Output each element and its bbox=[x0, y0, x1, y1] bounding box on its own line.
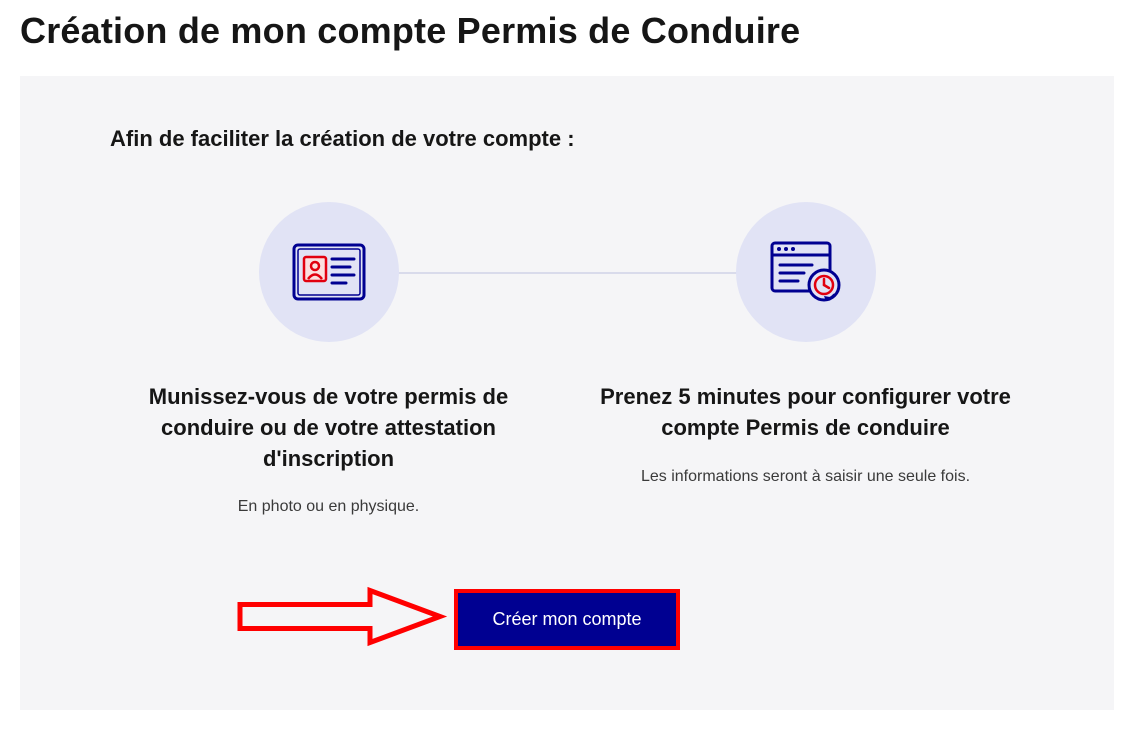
step-1-title: Munissez-vous de votre permis de conduir… bbox=[110, 382, 547, 474]
id-card-icon bbox=[259, 202, 399, 342]
step-2-desc: Les informations seront à saisir une seu… bbox=[587, 466, 1024, 488]
arrow-annotation-icon bbox=[230, 587, 450, 652]
step-1: Munissez-vous de votre permis de conduir… bbox=[110, 202, 547, 519]
steps-row: Munissez-vous de votre permis de conduir… bbox=[110, 202, 1024, 519]
step-1-desc: En photo ou en physique. bbox=[110, 496, 547, 518]
intro-text: Afin de faciliter la création de votre c… bbox=[110, 126, 1024, 152]
step-2: Prenez 5 minutes pour configurer votre c… bbox=[587, 202, 1024, 519]
cta-row: Créer mon compte bbox=[110, 589, 1024, 650]
create-account-button[interactable]: Créer mon compte bbox=[454, 589, 679, 650]
browser-timer-icon bbox=[736, 202, 876, 342]
step-2-title: Prenez 5 minutes pour configurer votre c… bbox=[587, 382, 1024, 444]
page-title: Création de mon compte Permis de Conduir… bbox=[20, 10, 1114, 52]
info-card: Afin de faciliter la création de votre c… bbox=[20, 76, 1114, 710]
